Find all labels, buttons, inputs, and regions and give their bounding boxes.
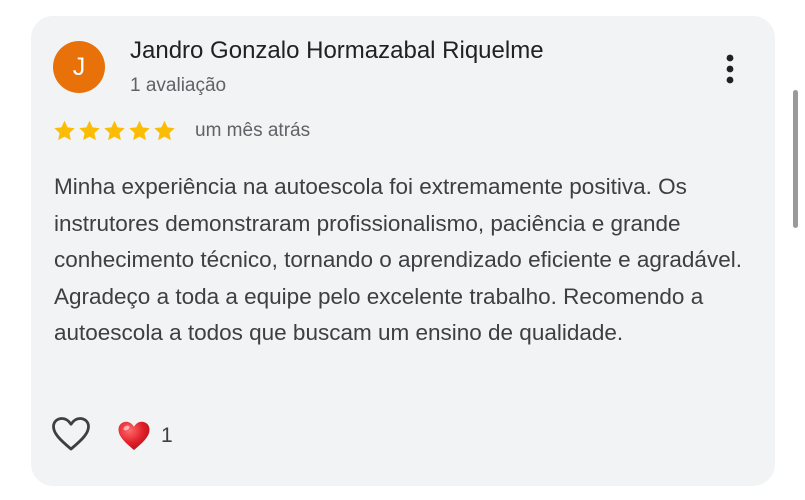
review-time: um mês atrás xyxy=(195,120,311,141)
star-rating xyxy=(52,118,177,144)
author-review-count: 1 avaliação xyxy=(130,75,227,96)
review-text: Minha experiência na autoescola foi extr… xyxy=(54,174,742,345)
avatar-initial: J xyxy=(72,53,86,81)
avatar[interactable]: J xyxy=(53,41,105,93)
red-heart-icon xyxy=(117,420,151,452)
star-icon xyxy=(127,118,152,144)
scrollbar[interactable] xyxy=(793,90,798,228)
review-card: J Jandro Gonzalo Hormazabal Riquelme 1 a… xyxy=(31,16,775,486)
more-vertical-icon xyxy=(726,54,734,84)
heart-outline-icon xyxy=(52,417,90,451)
reaction-count: 1 xyxy=(161,424,173,447)
reaction-summary[interactable]: 1 xyxy=(117,418,173,454)
more-options-button[interactable] xyxy=(717,52,743,88)
like-button[interactable] xyxy=(51,416,91,452)
star-icon xyxy=(152,118,177,144)
star-icon xyxy=(102,118,127,144)
star-icon xyxy=(52,118,77,144)
star-icon xyxy=(77,118,102,144)
author-name[interactable]: Jandro Gonzalo Hormazabal Riquelme xyxy=(130,37,544,65)
